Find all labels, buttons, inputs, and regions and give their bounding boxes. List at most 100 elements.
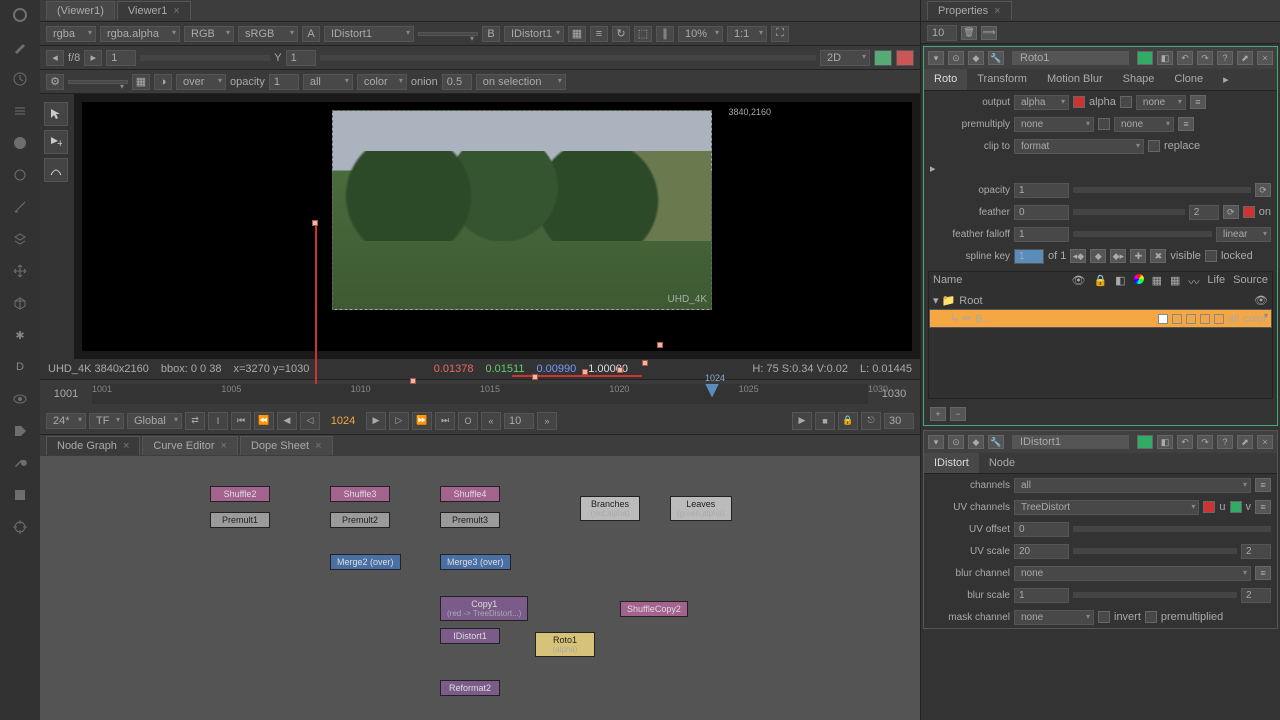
node-premult3[interactable]: Premult3 xyxy=(440,512,500,528)
lut-select[interactable]: sRGB xyxy=(238,26,298,42)
key-prev-icon[interactable]: ◂◆ xyxy=(1070,249,1086,263)
falloff-input[interactable]: 1 xyxy=(1014,227,1069,242)
pen-icon[interactable] xyxy=(11,198,29,216)
clock-icon[interactable] xyxy=(11,70,29,88)
timeline-track[interactable]: 1024 1001100510101015102010251030 xyxy=(92,384,868,404)
node-reformat2[interactable]: Reformat2 xyxy=(440,680,500,696)
falloff-type-select[interactable]: linear xyxy=(1216,227,1271,242)
a-node-select[interactable]: IDistort1 xyxy=(324,26,414,42)
fps-select[interactable]: 24* xyxy=(46,413,86,429)
node-shufflecopy2[interactable]: ShuffleCopy2 xyxy=(620,601,688,617)
skip-input[interactable]: 10 xyxy=(504,413,534,429)
brush-icon[interactable] xyxy=(11,38,29,56)
cube-icon[interactable] xyxy=(11,294,29,312)
clear-icon[interactable]: 🗑 xyxy=(961,26,977,40)
layer-select[interactable]: rgba.alpha xyxy=(100,26,180,42)
lock-icon[interactable]: 🔒 xyxy=(838,412,858,430)
move-icon[interactable] xyxy=(11,262,29,280)
node-shuffle3[interactable]: Shuffle3 xyxy=(330,486,390,502)
node-graph[interactable]: Shuffle2Premult1Shuffle3Premult2Shuffle4… xyxy=(40,456,920,720)
channel-select[interactable]: rgba xyxy=(46,26,96,42)
onselection-select[interactable]: on selection xyxy=(476,74,566,90)
rew-icon[interactable]: « xyxy=(481,412,501,430)
center-icon[interactable]: ⊙ xyxy=(948,51,964,65)
rec-icon[interactable]: ▶ xyxy=(792,412,812,430)
export-icon[interactable]: ⎋ xyxy=(861,412,881,430)
ff-icon[interactable]: » xyxy=(537,412,557,430)
blurscale-input[interactable]: 1 xyxy=(1014,588,1069,603)
shuffle-icon[interactable]: ⇄ xyxy=(185,412,205,430)
rgb-select[interactable]: RGB xyxy=(184,26,234,42)
key-add-icon[interactable]: ✚ xyxy=(1130,249,1146,263)
step-fwd-icon[interactable]: ▷ xyxy=(389,412,409,430)
output-x-icon[interactable] xyxy=(1073,96,1085,108)
maskch-select[interactable]: none xyxy=(1014,610,1094,625)
node-icon[interactable]: ◧ xyxy=(1157,51,1173,65)
channels-select[interactable]: all xyxy=(1014,478,1251,493)
ratio-select[interactable]: 1:1 xyxy=(727,26,767,42)
float-icon[interactable]: ⬈ xyxy=(1237,51,1253,65)
next-icon[interactable]: ▸ xyxy=(84,50,102,66)
feather-input[interactable]: 0 xyxy=(1014,205,1069,220)
redo-icon[interactable]: ↷ xyxy=(1197,51,1213,65)
properties-tab[interactable]: Properties× xyxy=(927,1,1012,20)
fstop-input[interactable]: 1 xyxy=(106,50,136,66)
tab-curve-editor[interactable]: Curve Editor× xyxy=(142,436,238,455)
color-swatch[interactable] xyxy=(1137,51,1153,65)
tag-icon[interactable] xyxy=(11,422,29,440)
step-back-key-icon[interactable]: ⏪ xyxy=(254,412,274,430)
color-select[interactable]: color xyxy=(357,74,407,90)
a-mode-select[interactable] xyxy=(418,32,478,36)
end-display[interactable]: 30 xyxy=(884,413,914,429)
undo-icon[interactable]: ↶ xyxy=(1177,51,1193,65)
falloff-slider[interactable] xyxy=(1073,231,1212,237)
roto-tab-more[interactable]: ▸ xyxy=(1213,69,1239,90)
in-button[interactable]: I xyxy=(208,412,228,430)
first-frame-icon[interactable]: ⏮ xyxy=(231,412,251,430)
play-back-icon[interactable]: ◀ xyxy=(277,412,297,430)
collapse-icon[interactable]: ▾ xyxy=(928,435,944,449)
select-tool-icon[interactable] xyxy=(44,102,68,126)
timeline-start[interactable]: 1001 xyxy=(46,388,86,400)
node-branches[interactable]: Branches(red,alpha) xyxy=(580,496,640,521)
lines-icon[interactable] xyxy=(11,102,29,120)
roto-tab-roto[interactable]: Roto xyxy=(924,69,967,90)
node-premult1[interactable]: Premult1 xyxy=(210,512,270,528)
close-panel-icon[interactable]: × xyxy=(1257,51,1273,65)
roto-opacity-slider[interactable] xyxy=(1073,187,1251,193)
node-shuffle4[interactable]: Shuffle4 xyxy=(440,486,500,502)
refresh-icon[interactable]: ↻ xyxy=(612,26,630,42)
tab-nodegraph[interactable]: Node Graph× xyxy=(46,436,140,455)
roto-tab-motion[interactable]: Motion Blur xyxy=(1037,69,1113,90)
tf-select[interactable]: TF xyxy=(89,413,124,429)
uvoff-input[interactable]: 0 xyxy=(1014,522,1069,537)
particles-icon[interactable]: ✱ xyxy=(11,326,29,344)
remove-layer-button[interactable]: − xyxy=(950,407,966,421)
fullscreen-icon[interactable]: ⛶ xyxy=(771,26,789,42)
idistort-tab-node[interactable]: Node xyxy=(979,453,1025,473)
current-frame[interactable]: 1024 xyxy=(323,415,363,427)
b-button[interactable]: B xyxy=(482,26,500,42)
curve-tool-icon[interactable] xyxy=(44,158,68,182)
gamma-slider[interactable] xyxy=(320,55,816,61)
opacity-input[interactable]: 1 xyxy=(269,74,299,90)
stop-icon[interactable]: ■ xyxy=(815,412,835,430)
comp-mode-select[interactable]: over xyxy=(176,74,226,90)
node-merge2-over-[interactable]: Merge2 (over) xyxy=(330,554,401,570)
gain-slider[interactable] xyxy=(140,55,270,61)
roto-tab-transform[interactable]: Transform xyxy=(967,69,1037,90)
premult-select[interactable]: none xyxy=(1014,117,1094,132)
step-fwd-key-icon[interactable]: ⏩ xyxy=(412,412,432,430)
uvscale-input[interactable]: 20 xyxy=(1014,544,1069,559)
node-roto1[interactable]: Roto1(alpha) xyxy=(535,632,595,657)
out-button[interactable]: O xyxy=(458,412,478,430)
node-premult2[interactable]: Premult2 xyxy=(330,512,390,528)
reticle-icon[interactable] xyxy=(11,518,29,536)
grid-icon[interactable]: ▦ xyxy=(132,74,150,90)
output3-select[interactable]: none xyxy=(1136,95,1186,110)
pause-icon[interactable]: ∥ xyxy=(656,26,674,42)
roi-icon[interactable]: ⬚ xyxy=(634,26,652,42)
feather-slider[interactable] xyxy=(1073,209,1185,215)
key-next-icon[interactable]: ◆▸ xyxy=(1110,249,1126,263)
node-merge3-over-[interactable]: Merge3 (over) xyxy=(440,554,511,570)
